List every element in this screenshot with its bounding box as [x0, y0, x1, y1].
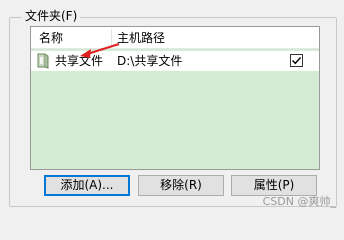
- properties-button[interactable]: 属性(P): [231, 175, 317, 196]
- column-header-name[interactable]: 名称: [39, 30, 63, 46]
- folder-enabled-checkbox[interactable]: [290, 54, 303, 67]
- list-header: 名称 主机路径: [31, 27, 319, 49]
- folder-host-path: D:\共享文件: [117, 54, 183, 68]
- list-item[interactable]: 共享文件 D:\共享文件: [31, 51, 319, 71]
- folder-name: 共享文件: [55, 54, 104, 68]
- column-divider[interactable]: [111, 29, 112, 46]
- column-header-host-path[interactable]: 主机路径: [117, 30, 165, 46]
- shared-folders-list[interactable]: 名称 主机路径 共享文件 D:\共享文件: [30, 26, 320, 170]
- shared-folder-icon: [36, 53, 50, 69]
- remove-button[interactable]: 移除(R): [138, 175, 224, 196]
- folders-group-title: 文件夹(F): [22, 8, 81, 24]
- watermark: CSDN @爽帅_: [262, 195, 336, 208]
- checkmark-icon: [292, 57, 302, 65]
- add-button[interactable]: 添加(A)...: [44, 175, 130, 196]
